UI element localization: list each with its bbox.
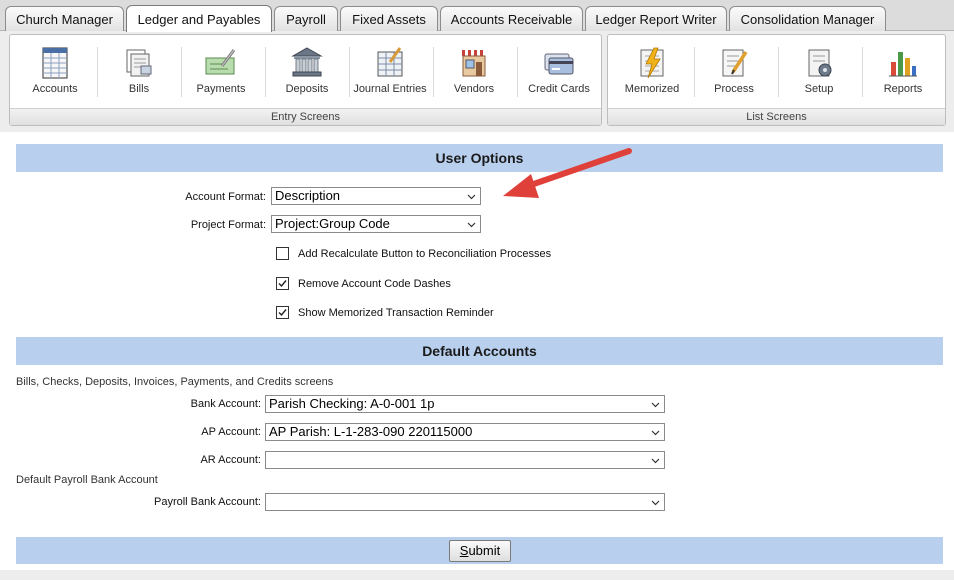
chevron-down-icon	[651, 402, 660, 408]
checkmark-icon	[278, 280, 287, 288]
ledger-grid-icon	[42, 47, 68, 79]
checkmark-icon	[278, 309, 287, 317]
memorized-reminder-label: Show Memorized Transaction Reminder	[298, 307, 494, 319]
screens-note: Bills, Checks, Deposits, Invoices, Payme…	[16, 376, 334, 388]
bank-building-icon	[291, 47, 323, 77]
project-format-select[interactable]: Project:Group Code	[271, 215, 481, 233]
bottom-strip	[0, 570, 954, 580]
project-format-label: Project Format:	[190, 219, 266, 231]
remove-dashes-checkbox[interactable]	[276, 277, 289, 290]
tab-fixed-assets[interactable]: Fixed Assets	[340, 6, 438, 31]
memorized-bolt-icon	[640, 47, 664, 79]
process-pencil-icon	[722, 49, 748, 77]
memorized-button[interactable]: Memorized	[613, 43, 691, 101]
chevron-down-icon	[651, 430, 660, 436]
bills-button[interactable]: Bills	[100, 43, 178, 101]
tab-payroll[interactable]: Payroll	[274, 6, 338, 31]
account-format-select[interactable]: Description	[271, 187, 481, 205]
chevron-down-icon	[467, 194, 476, 200]
ap-account-select[interactable]: AP Parish: L-1-283-090 220115000	[265, 423, 665, 441]
credit-cards-icon	[544, 53, 574, 75]
tab-consolidation-manager[interactable]: Consolidation Manager	[729, 6, 886, 31]
vendors-button[interactable]: Vendors	[435, 43, 513, 101]
recalculate-button-label: Add Recalculate Button to Reconciliation…	[298, 248, 552, 260]
recalculate-button-checkbox[interactable]	[276, 247, 289, 260]
memorized-reminder-checkbox[interactable]	[276, 306, 289, 319]
accounts-button[interactable]: Accounts	[16, 43, 94, 101]
list-screens-caption: List Screens	[608, 108, 945, 125]
tab-ledger-and-payables[interactable]: Ledger and Payables	[126, 5, 272, 32]
bank-account-select[interactable]: Parish Checking: A-0-001 1p	[265, 395, 665, 413]
annotation-arrow-icon	[503, 148, 632, 198]
tab-church-manager[interactable]: Church Manager	[5, 6, 124, 31]
storefront-icon	[462, 50, 486, 77]
list-screens-group: Memorized Process Setup Reports List Scr…	[607, 34, 946, 126]
journal-book-icon	[377, 47, 403, 77]
credit-cards-button[interactable]: Credit Cards	[520, 43, 598, 101]
check-pen-icon	[205, 49, 236, 75]
payroll-note: Default Payroll Bank Account	[16, 474, 158, 486]
payments-button[interactable]: Payments	[182, 43, 260, 101]
chevron-down-icon	[651, 500, 660, 506]
entry-screens-group: Accounts Bills Payments Deposits Journal…	[9, 34, 602, 126]
payroll-bank-account-label: Payroll Bank Account:	[153, 496, 261, 508]
journal-entries-button[interactable]: Journal Entries	[351, 43, 429, 101]
module-tab-bar: Church Manager Ledger and Payables Payro…	[0, 0, 954, 32]
setup-dial-icon	[808, 49, 832, 77]
chevron-down-icon	[651, 458, 660, 464]
deposits-button[interactable]: Deposits	[268, 43, 346, 101]
ap-account-label: AP Account:	[201, 426, 261, 438]
ar-account-select[interactable]	[265, 451, 665, 469]
user-options-header: User Options	[16, 144, 943, 172]
entry-screens-caption: Entry Screens	[10, 108, 601, 125]
default-accounts-header: Default Accounts	[16, 337, 943, 365]
bar-chart-icon	[889, 52, 917, 77]
tab-ledger-report-writer[interactable]: Ledger Report Writer	[585, 6, 727, 31]
bank-account-label: Bank Account:	[190, 398, 261, 410]
setup-button[interactable]: Setup	[780, 43, 858, 101]
tab-accounts-receivable[interactable]: Accounts Receivable	[440, 6, 583, 31]
reports-button[interactable]: Reports	[864, 43, 942, 101]
bills-stack-icon	[126, 49, 152, 77]
process-button[interactable]: Process	[695, 43, 773, 101]
chevron-down-icon	[467, 222, 476, 228]
remove-dashes-label: Remove Account Code Dashes	[298, 278, 451, 290]
ar-account-label: AR Account:	[200, 454, 261, 466]
account-format-label: Account Format:	[185, 191, 266, 203]
payroll-bank-account-select[interactable]	[265, 493, 665, 511]
submit-button[interactable]: Submit	[449, 540, 511, 562]
